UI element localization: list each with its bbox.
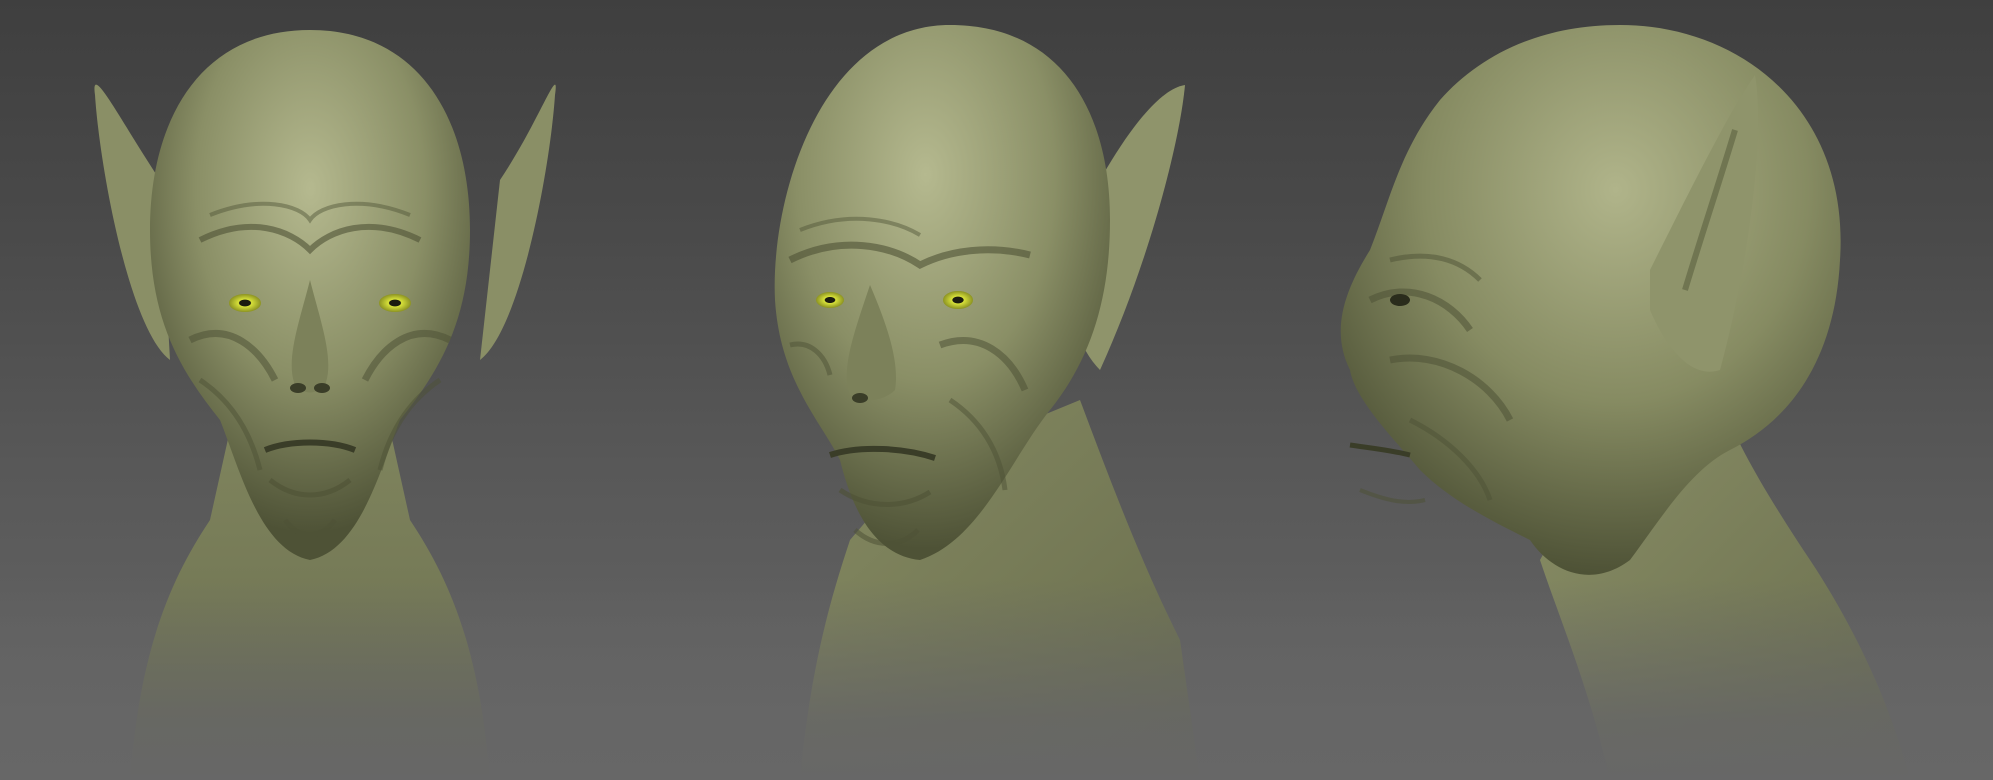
three-quarter-view-sculpt [774, 25, 1200, 780]
three-quarter-view-head [680, 0, 1220, 780]
profile-view-sculpt [1340, 25, 1910, 780]
profile-view-head [1290, 0, 1910, 780]
left-eye [229, 294, 261, 312]
right-eye [943, 291, 973, 309]
right-eye [379, 294, 411, 312]
right-ear [480, 84, 556, 361]
render-canvas [0, 0, 1993, 780]
eye [1390, 294, 1410, 306]
left-eye [816, 292, 844, 308]
front-view-sculpt [94, 30, 556, 780]
front-view-head [60, 0, 580, 780]
